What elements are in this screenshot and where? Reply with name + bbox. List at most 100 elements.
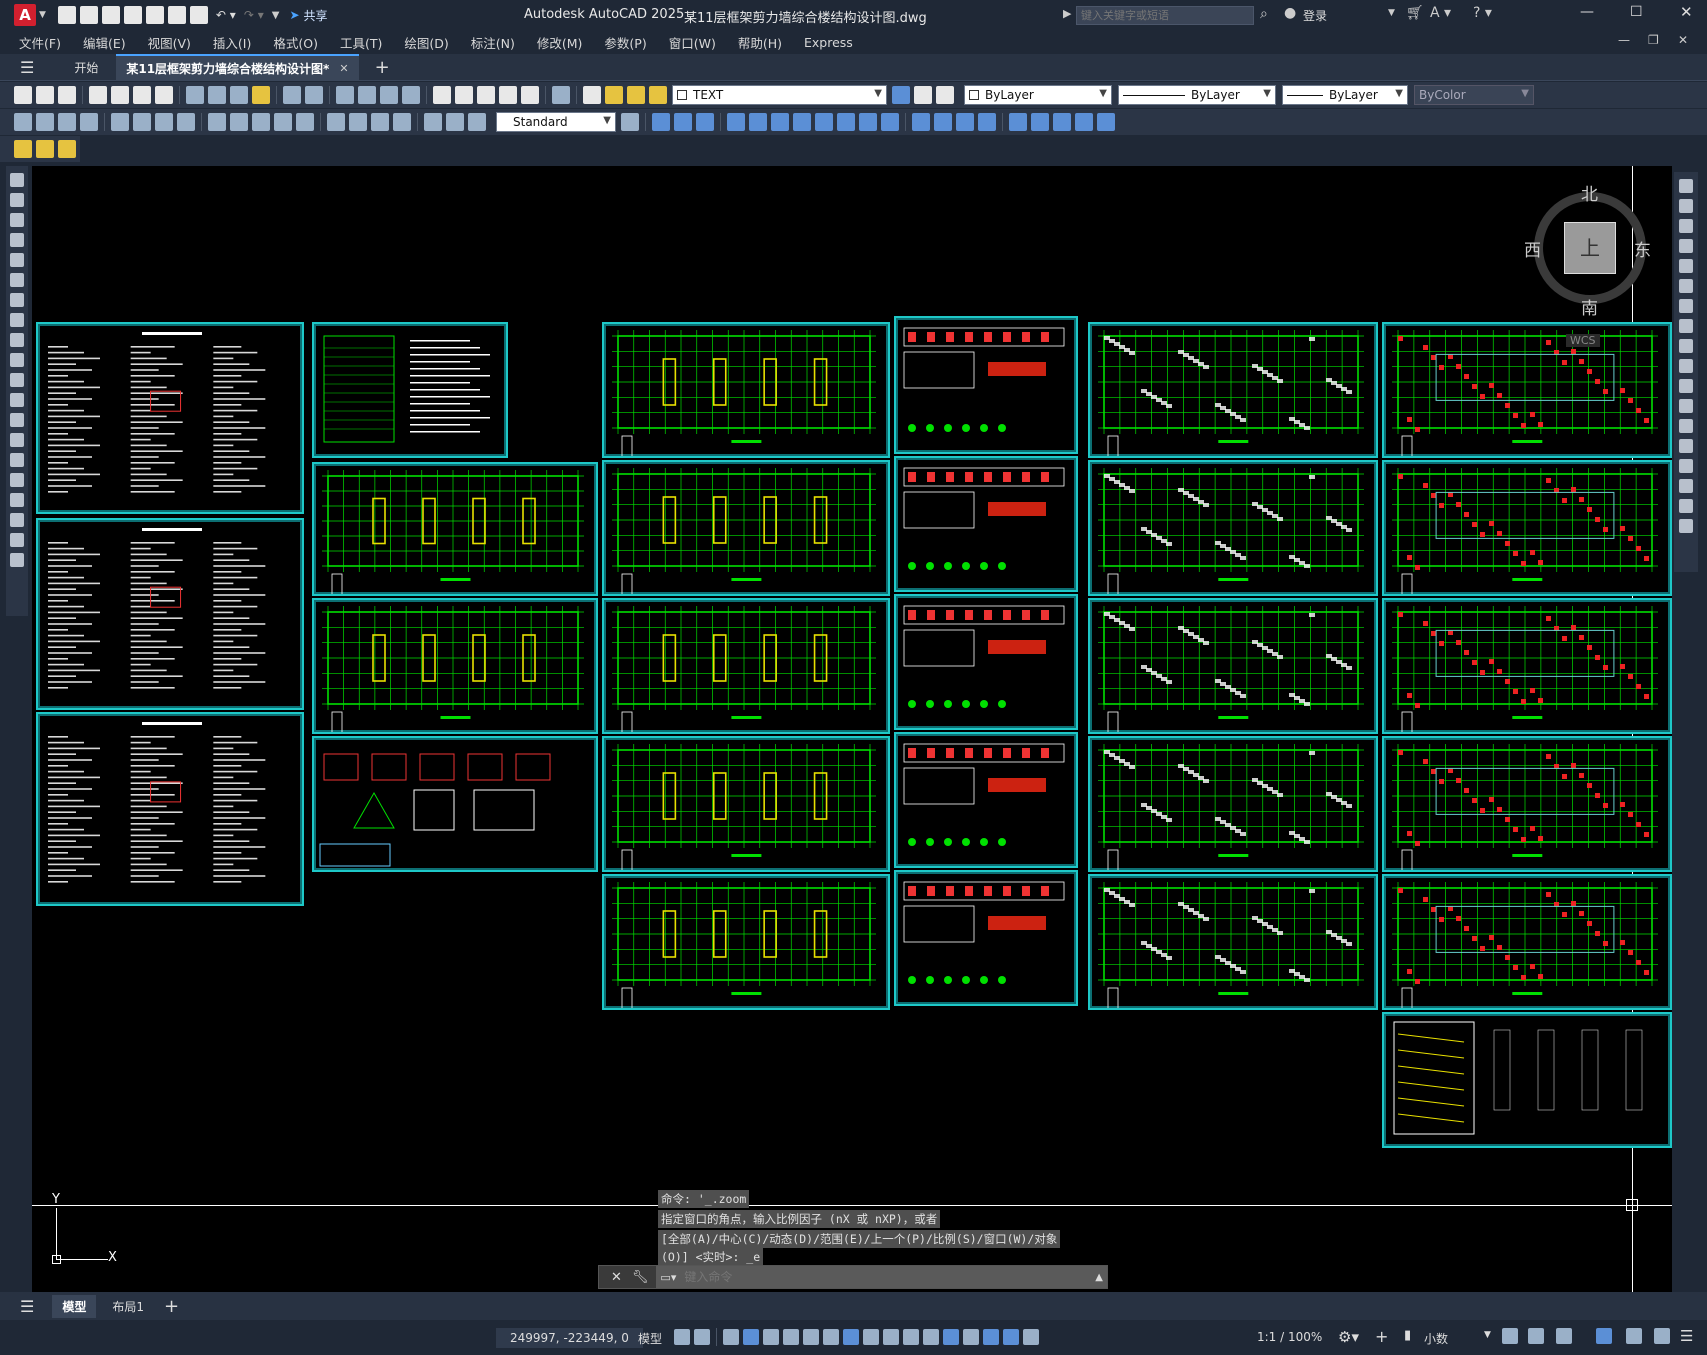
make-block-icon[interactable]: [10, 413, 24, 427]
zoom-window-icon[interactable]: [380, 86, 398, 104]
help-search-input[interactable]: [1076, 6, 1254, 25]
tool-palettes-icon[interactable]: [477, 86, 495, 104]
viewcube-top-face[interactable]: 上: [1564, 222, 1616, 274]
grid-icon[interactable]: [674, 1329, 690, 1345]
maximize-icon[interactable]: ☐: [1630, 4, 1643, 20]
layout-menu-icon[interactable]: ☰: [20, 1297, 34, 1316]
drawing-sheet[interactable]: [894, 594, 1078, 730]
fillet-side-icon[interactable]: [1679, 479, 1693, 493]
drawing-sheet[interactable]: [36, 712, 304, 906]
dimension-text-edit-icon[interactable]: [446, 113, 464, 131]
hardware-acceleration-icon[interactable]: [1626, 1328, 1642, 1344]
model-space-button[interactable]: 模型: [638, 1330, 662, 1347]
doc-close-icon[interactable]: ✕: [1678, 33, 1688, 47]
calculator-icon[interactable]: [521, 86, 539, 104]
ortho-icon[interactable]: [763, 1329, 779, 1345]
layer-properties-icon[interactable]: [583, 86, 601, 104]
linetype-dropdown[interactable]: ByLayer ▼: [1118, 85, 1276, 105]
annotation-visibility-icon[interactable]: [1003, 1329, 1019, 1345]
tab-start[interactable]: 开始: [66, 59, 106, 76]
open-file-icon[interactable]: [79, 6, 98, 24]
open-icon[interactable]: [36, 86, 54, 104]
dynamic-ucs-icon[interactable]: [943, 1329, 959, 1345]
transparency-icon[interactable]: [883, 1329, 899, 1345]
erase-icon[interactable]: [652, 113, 670, 131]
new-tab-icon[interactable]: +: [375, 57, 390, 78]
search-expand-icon[interactable]: ▶: [1063, 7, 1071, 20]
autodesk-app-icon[interactable]: A ▾: [1430, 5, 1451, 21]
menu-view[interactable]: 视图(V): [137, 33, 202, 52]
lineweight-icon[interactable]: [863, 1329, 879, 1345]
drawing-sheet[interactable]: [894, 456, 1078, 592]
align-icon[interactable]: [1053, 113, 1071, 131]
drawing-sheet[interactable]: [602, 874, 890, 1010]
match-properties-icon[interactable]: [252, 86, 270, 104]
drawing-sheet[interactable]: [602, 460, 890, 596]
mirror-side-icon[interactable]: [1679, 219, 1693, 233]
ordinate-icon[interactable]: [80, 113, 98, 131]
center-mark-icon[interactable]: [349, 113, 367, 131]
command-expand-icon[interactable]: ▲: [1095, 1272, 1103, 1283]
extend-side-icon[interactable]: [1679, 379, 1693, 393]
layer-on-icon[interactable]: [605, 86, 623, 104]
drawing-sheet[interactable]: [1382, 460, 1672, 596]
quick-properties-icon[interactable]: [1502, 1328, 1518, 1344]
auto-scale-icon[interactable]: [1023, 1329, 1039, 1345]
units-dropdown-chevron-icon[interactable]: ▼: [1484, 1330, 1491, 1340]
tab-model[interactable]: 模型: [52, 1294, 97, 1318]
save-to-web-icon[interactable]: [167, 6, 186, 24]
menu-help[interactable]: 帮助(H): [727, 33, 793, 52]
scale-icon[interactable]: [815, 113, 833, 131]
menu-file[interactable]: 文件(F): [8, 33, 72, 52]
infer-constraints-icon[interactable]: [723, 1329, 739, 1345]
insert-block-icon[interactable]: [10, 393, 24, 407]
pan-icon[interactable]: [336, 86, 354, 104]
multiline-text-icon[interactable]: [10, 533, 24, 547]
new-file-icon[interactable]: [57, 6, 76, 24]
angular-icon[interactable]: [177, 113, 195, 131]
mirror-icon[interactable]: [696, 113, 714, 131]
rotate-icon[interactable]: [793, 113, 811, 131]
compass-north[interactable]: 北: [1581, 180, 1598, 205]
close-icon[interactable]: ✕: [1680, 3, 1693, 21]
quick-dimension-icon[interactable]: [208, 113, 226, 131]
compass-east[interactable]: 东: [1634, 236, 1651, 261]
jogged-linear-icon[interactable]: [393, 113, 411, 131]
layer-dropdown[interactable]: TEXT ▼: [672, 85, 887, 105]
lineweight-dropdown[interactable]: ByLayer ▼: [1282, 85, 1408, 105]
zoom-realtime-icon[interactable]: [358, 86, 376, 104]
dimension-update-icon[interactable]: [468, 113, 486, 131]
save-icon[interactable]: [101, 6, 120, 24]
drawing-sheet[interactable]: [1088, 874, 1378, 1010]
join-side-icon[interactable]: [1679, 439, 1693, 453]
trim-icon[interactable]: [859, 113, 877, 131]
fillet-icon[interactable]: [978, 113, 996, 131]
zoom-previous-icon[interactable]: [402, 86, 420, 104]
dimension-edit-icon[interactable]: [424, 113, 442, 131]
drawing-sheet[interactable]: [36, 322, 304, 514]
login-menu-chevron-icon[interactable]: ▼: [1388, 8, 1395, 18]
doc-minimize-icon[interactable]: —: [1618, 33, 1630, 47]
add-layout-icon[interactable]: +: [164, 1296, 179, 1317]
menu-express[interactable]: Express: [793, 35, 864, 50]
add-selected-icon[interactable]: [10, 553, 24, 567]
break-side-icon[interactable]: [1679, 419, 1693, 433]
erase-side-icon[interactable]: [1679, 179, 1693, 193]
open-from-web-icon[interactable]: [145, 6, 164, 24]
doc-restore-icon[interactable]: ❐: [1648, 33, 1659, 47]
compass-south[interactable]: 南: [1581, 294, 1598, 319]
cut-icon[interactable]: [186, 86, 204, 104]
explode-side-icon[interactable]: [1679, 519, 1693, 533]
isolate-objects-icon[interactable]: [1556, 1328, 1572, 1344]
reverse-icon[interactable]: [1097, 113, 1115, 131]
command-close-icon[interactable]: ✕: [611, 1270, 622, 1285]
ellipse-icon[interactable]: [10, 353, 24, 367]
share-button[interactable]: 共享: [304, 7, 328, 24]
units-dropdown[interactable]: 小数: [1424, 1330, 1448, 1347]
copy-side-icon[interactable]: [1679, 199, 1693, 213]
compass-west[interactable]: 西: [1524, 236, 1541, 261]
hamburger-menu-icon[interactable]: ☰: [20, 58, 34, 77]
paste-icon[interactable]: [230, 86, 248, 104]
layer-previous-icon[interactable]: [914, 86, 932, 104]
drawing-sheet[interactable]: [894, 316, 1078, 454]
